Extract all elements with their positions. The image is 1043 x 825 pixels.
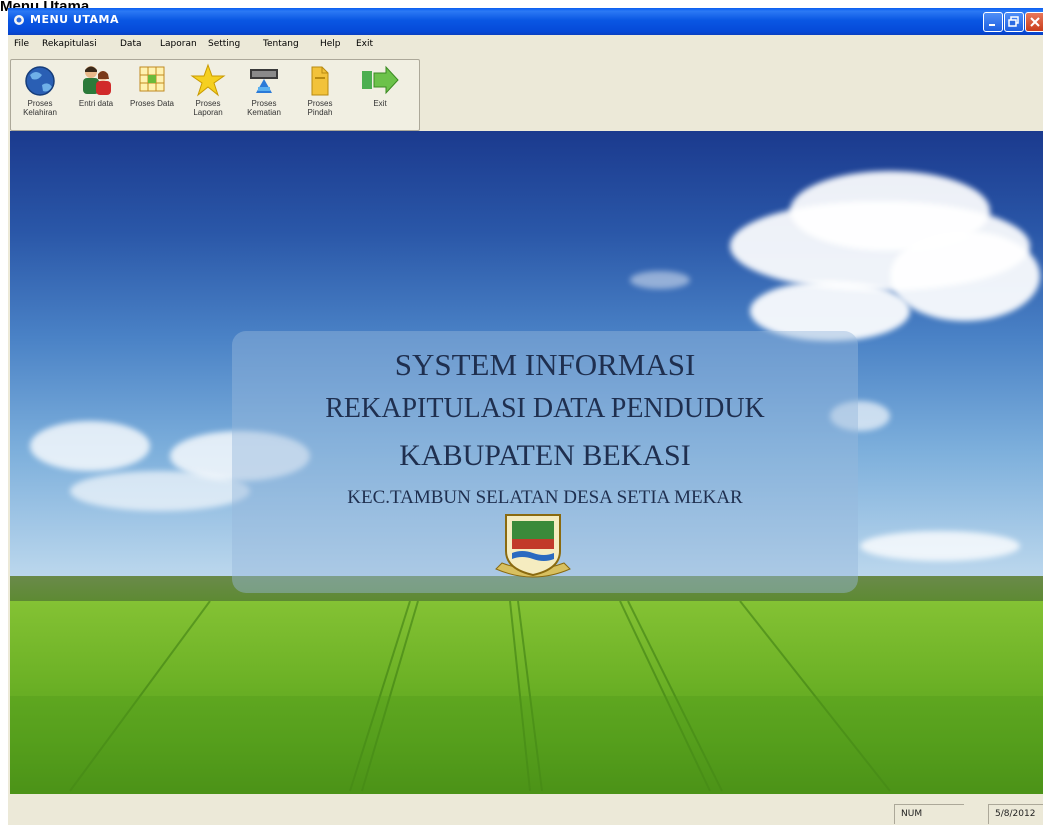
cloud <box>70 471 250 511</box>
minimize-icon <box>989 24 995 26</box>
title-bar[interactable]: MENU UTAMA <box>8 8 1043 35</box>
status-panel-date: 5/8/2012 <box>988 804 1043 824</box>
toolbar-label: Entri data <box>78 99 114 108</box>
toolbar-button-exit[interactable]: Exit <box>355 63 405 127</box>
toolbar-group: Proses Kelahiran Entri data Proses Data … <box>10 59 420 131</box>
toolbar-label: Proses Kematian <box>247 99 281 117</box>
title-banner: SYSTEM INFORMASI REKAPITULASI DATA PENDU… <box>232 331 858 593</box>
menu-data[interactable]: Data <box>120 39 142 49</box>
toolbar-label: Proses Pindah <box>307 99 333 117</box>
menu-exit[interactable]: Exit <box>356 39 373 49</box>
status-bar: NUM 5/8/2012 <box>8 794 1043 825</box>
toolbar-label: Exit <box>373 99 387 108</box>
table-icon <box>139 66 165 92</box>
cloud <box>30 421 150 471</box>
menu-tentang[interactable]: Tentang <box>263 39 299 49</box>
toolbar-button-kelahiran[interactable]: Proses Kelahiran <box>15 63 65 127</box>
menu-laporan[interactable]: Laporan <box>160 39 197 49</box>
main-window: MENU UTAMA File Rekapitulasi Data Lapora… <box>8 8 1043 825</box>
exit-arrow-icon <box>362 65 399 95</box>
cloud <box>630 271 690 289</box>
toolbar-button-proses-laporan[interactable]: Proses Laporan <box>183 63 233 127</box>
close-icon <box>1029 17 1040 27</box>
menu-file[interactable]: File <box>14 39 29 49</box>
toolbar: Proses Kelahiran Entri data Proses Data … <box>8 55 1043 131</box>
toolbar-button-entri[interactable]: Entri data <box>71 63 121 127</box>
cloud <box>860 531 1020 561</box>
maximize-icon <box>1008 16 1019 27</box>
banner-line-1: SYSTEM INFORMASI <box>394 347 696 382</box>
computer-icon <box>250 69 278 93</box>
banner-line-3: KABUPATEN BEKASI <box>399 439 691 472</box>
people-icon <box>83 66 111 95</box>
toolbar-button-proses-data[interactable]: Proses Data <box>127 63 177 127</box>
toolbar-label: Proses Data <box>129 99 175 108</box>
close-button[interactable] <box>1025 12 1043 32</box>
window-title: MENU UTAMA <box>30 13 119 26</box>
field-tracks <box>10 601 1043 794</box>
globe-icon <box>25 66 55 96</box>
toolbar-button-proses-pindah[interactable]: Proses Pindah <box>295 63 345 127</box>
toolbar-label: Proses Kelahiran <box>23 99 57 117</box>
main-client-area: SYSTEM INFORMASI REKAPITULASI DATA PENDU… <box>10 131 1043 794</box>
star-icon <box>190 63 226 97</box>
menu-rekapitulasi[interactable]: Rekapitulasi <box>42 39 97 49</box>
banner-line-2: REKAPITULASI DATA PENDUDUK <box>325 393 765 424</box>
toolbar-label: Proses Laporan <box>193 99 223 117</box>
kabupaten-bekasi-emblem <box>495 514 571 578</box>
minimize-button[interactable] <box>983 12 1003 32</box>
cloud <box>890 231 1040 321</box>
menu-help[interactable]: Help <box>320 39 341 49</box>
banner-line-4: KEC.TAMBUN SELATAN DESA SETIA MEKAR <box>347 487 743 508</box>
app-icon <box>14 15 24 25</box>
menu-bar: File Rekapitulasi Data Laporan Setting T… <box>8 35 1043 55</box>
maximize-button[interactable] <box>1004 12 1024 32</box>
toolbar-button-proses-kematian[interactable]: Proses Kematian <box>239 63 289 127</box>
folder-icon <box>311 66 329 96</box>
menu-setting[interactable]: Setting <box>208 39 240 49</box>
status-panel-num: NUM <box>894 804 964 824</box>
